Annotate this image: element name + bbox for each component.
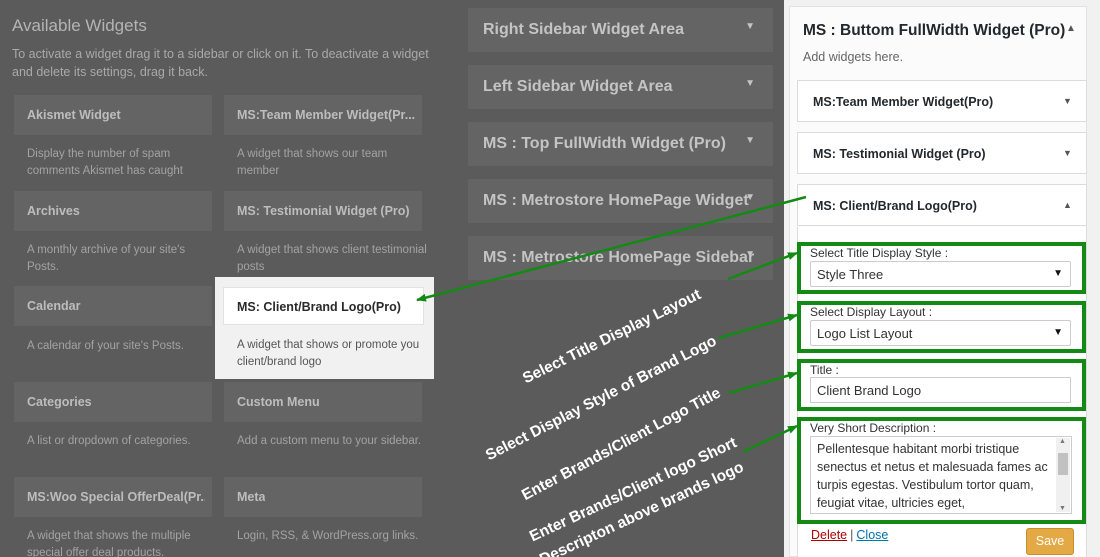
widget-title: Calendar (27, 299, 81, 313)
area-homepage-sidebar[interactable]: MS : Metrostore HomePage Sidebar ▼ (468, 236, 773, 280)
panel-widget-testimonial[interactable]: MS: Testimonial Widget (Pro) ▼ (797, 132, 1087, 174)
panel-subtitle: Add widgets here. (803, 50, 904, 64)
widget-description: Add a custom menu to your sidebar. (237, 435, 422, 447)
available-widgets-description: To activate a widget drag it to a sideba… (12, 47, 429, 79)
panel-widget-title: MS: Testimonial Widget (Pro) (813, 147, 986, 161)
widget-woo-special-offer[interactable]: MS:Woo Special OfferDeal(Pr... (14, 477, 212, 517)
triangle-down-icon[interactable]: ▼ (1063, 96, 1072, 106)
area-right-sidebar[interactable]: Right Sidebar Widget Area ▼ (468, 8, 773, 52)
description-label: Very Short Description : (810, 421, 937, 435)
widget-akismet[interactable]: Akismet Widget (14, 95, 212, 135)
triangle-down-icon[interactable]: ▼ (1063, 148, 1072, 158)
triangle-down-icon: ▼ (745, 21, 755, 32)
area-title: MS : Top FullWidth Widget (Pro) (483, 135, 726, 152)
save-button[interactable]: Save (1026, 528, 1074, 555)
area-left-sidebar[interactable]: Left Sidebar Widget Area ▼ (468, 65, 773, 109)
chevron-down-icon: ▼ (1053, 268, 1063, 279)
widget-archives[interactable]: Archives (14, 191, 212, 231)
area-title: Right Sidebar Widget Area (483, 21, 685, 38)
widget-team-member[interactable]: MS:Team Member Widget(Pr... (224, 95, 422, 135)
widget-categories[interactable]: Categories (14, 382, 212, 422)
area-homepage-widget[interactable]: MS : Metrostore HomePage Widget ▼ (468, 179, 773, 223)
widget-description: A widget that shows our team member (237, 148, 388, 177)
bottom-fullwidth-widget-panel: MS : Buttom FullWidth Widget (Pro) ▲ Add… (784, 0, 1100, 557)
input-value: Client Brand Logo (817, 383, 922, 398)
available-widgets-title: Available Widgets (12, 16, 147, 35)
scroll-up-icon[interactable]: ▲ (1059, 438, 1066, 445)
widget-title: Akismet Widget (27, 108, 121, 122)
textarea-scrollbar[interactable]: ▲ ▼ (1056, 438, 1070, 512)
scroll-down-icon[interactable]: ▼ (1059, 505, 1066, 512)
delete-link[interactable]: Delete (811, 528, 847, 542)
select-value: Style Three (817, 267, 884, 282)
widget-description: A widget that shows or promote you clien… (237, 339, 420, 368)
scrollbar-thumb[interactable] (1058, 453, 1068, 475)
widget-client-brand-logo[interactable]: MS: Client/Brand Logo(Pro) (223, 287, 424, 325)
area-top-fullwidth[interactable]: MS : Top FullWidth Widget (Pro) ▼ (468, 122, 773, 166)
triangle-down-icon: ▼ (745, 135, 755, 146)
widget-title: MS: Testimonial Widget (Pro) (237, 204, 410, 218)
separator: | (850, 528, 854, 542)
widget-title: Custom Menu (237, 395, 320, 409)
title-label: Title : (810, 363, 839, 377)
widget-title: Meta (237, 490, 266, 504)
widget-description: A widget that shows the multiple special… (27, 530, 191, 557)
area-title: Left Sidebar Widget Area (483, 78, 673, 95)
widget-description: A monthly archive of your site's Posts. (27, 244, 186, 273)
textarea-value: Pellentesque habitant morbi tristique se… (817, 442, 1048, 510)
panel-title[interactable]: MS : Buttom FullWidth Widget (Pro) (803, 22, 1065, 40)
widget-description: Login, RSS, & WordPress.org links. (237, 530, 419, 542)
close-link[interactable]: Close (856, 528, 888, 542)
area-title: MS : Metrostore HomePage Widget (483, 192, 749, 209)
widget-description: A calendar of your site's Posts. (27, 340, 184, 352)
title-style-label: Select Title Display Style : (810, 246, 949, 260)
widget-description: A list or dropdown of categories. (27, 435, 191, 447)
widget-calendar[interactable]: Calendar (14, 286, 212, 326)
triangle-down-icon: ▼ (745, 192, 755, 203)
layout-label: Select Display Layout : (810, 305, 933, 319)
widget-title: MS: Client/Brand Logo(Pro) (237, 300, 401, 314)
widget-title: Archives (27, 204, 80, 218)
panel-widget-title: MS:Team Member Widget(Pro) (813, 95, 994, 109)
triangle-up-icon[interactable]: ▲ (1066, 23, 1076, 34)
panel-body: MS : Buttom FullWidth Widget (Pro) ▲ Add… (789, 6, 1087, 557)
widget-title: MS:Team Member Widget(Pr... (237, 108, 415, 122)
triangle-down-icon: ▼ (745, 249, 755, 260)
widget-title: Categories (27, 395, 92, 409)
title-input[interactable]: Client Brand Logo (810, 377, 1071, 403)
highlighted-widget-card: MS: Client/Brand Logo(Pro) A widget that… (215, 277, 434, 379)
panel-widget-team-member[interactable]: MS:Team Member Widget(Pro) ▼ (797, 80, 1087, 122)
panel-widget-client-brand-logo[interactable]: MS: Client/Brand Logo(Pro) ▲ (797, 184, 1087, 226)
triangle-up-icon[interactable]: ▲ (1063, 200, 1072, 210)
chevron-down-icon: ▼ (1053, 327, 1063, 338)
widget-custom-menu[interactable]: Custom Menu (224, 382, 422, 422)
widget-description: Display the number of spam comments Akis… (27, 148, 183, 177)
widget-actions: Delete | Close (811, 528, 888, 542)
triangle-down-icon: ▼ (745, 78, 755, 89)
area-title: MS : Metrostore HomePage Sidebar (483, 249, 755, 266)
title-style-select[interactable]: Style Three ▼ (810, 261, 1071, 287)
widget-title: MS:Woo Special OfferDeal(Pr... (27, 490, 205, 504)
select-value: Logo List Layout (817, 326, 913, 341)
widget-testimonial[interactable]: MS: Testimonial Widget (Pro) (224, 191, 422, 231)
widget-meta[interactable]: Meta (224, 477, 422, 517)
widget-settings-form: Select Title Display Style : Style Three… (797, 227, 1087, 557)
layout-select[interactable]: Logo List Layout ▼ (810, 320, 1071, 346)
panel-widget-title: MS: Client/Brand Logo(Pro) (813, 199, 977, 213)
widget-description: A widget that shows client testimonial p… (237, 244, 427, 273)
description-textarea[interactable]: Pellentesque habitant morbi tristique se… (810, 436, 1072, 514)
